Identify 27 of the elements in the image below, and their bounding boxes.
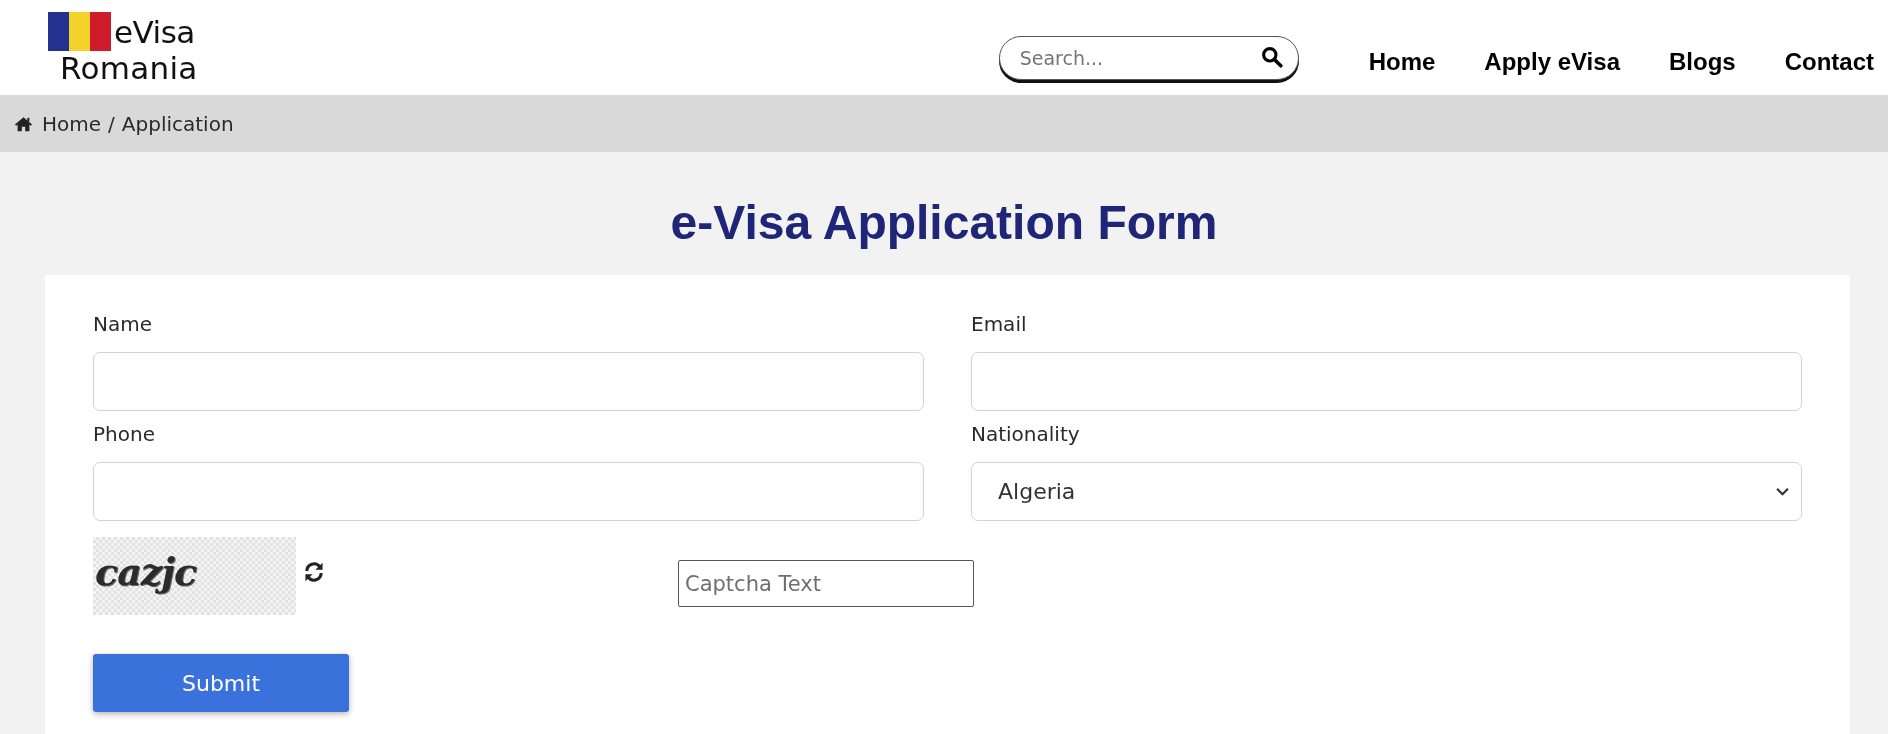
chevron-down-icon	[1776, 487, 1789, 496]
captcha-input[interactable]: Captcha Text	[678, 560, 974, 607]
field-label: Nationality	[971, 421, 1080, 448]
text-input[interactable]	[93, 462, 924, 521]
field-label: Phone	[93, 421, 155, 448]
nav-link[interactable]: Apply eVisa	[1484, 48, 1620, 76]
refresh-icon[interactable]	[303, 561, 325, 583]
search-icon[interactable]	[1260, 46, 1283, 68]
flag-icon	[48, 12, 111, 51]
logo-text[interactable]: Romania	[60, 51, 198, 85]
breadcrumb-link[interactable]: Home	[42, 111, 102, 136]
text-input[interactable]	[93, 352, 924, 411]
nav-link[interactable]: Blogs	[1669, 48, 1736, 76]
field-label: Name	[93, 311, 152, 338]
captcha-image: cazjc	[93, 537, 296, 615]
nav-link[interactable]: Home	[1368, 48, 1436, 76]
breadcrumb-separator: /	[108, 111, 115, 136]
field-label: Email	[971, 311, 1027, 338]
search-field[interactable]: Search...	[998, 36, 1299, 80]
home-icon	[14, 115, 33, 132]
page-title: e-Visa Application Form	[669, 195, 1219, 251]
submit-button[interactable]: Submit	[93, 654, 349, 712]
logo-text[interactable]: eVisa	[114, 13, 195, 50]
text-input[interactable]	[971, 352, 1802, 411]
nav-link[interactable]: Contact	[1784, 48, 1874, 76]
breadcrumb-current: Application	[121, 111, 234, 136]
select-field[interactable]: Algeria	[971, 462, 1802, 521]
